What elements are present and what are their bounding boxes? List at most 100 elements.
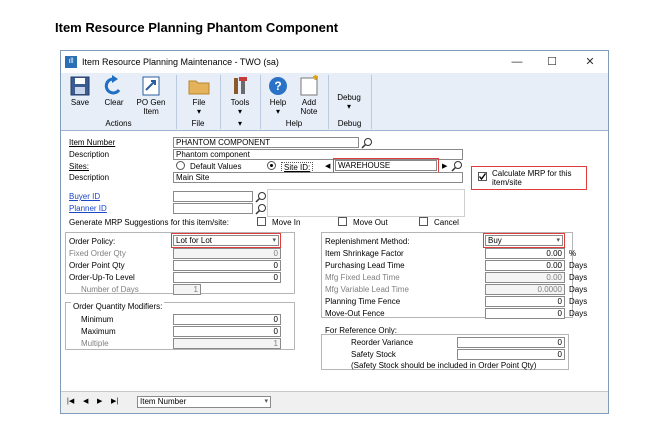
move-out-fence-label: Move-Out Fence [325, 309, 385, 318]
first-record-button[interactable]: |◀ [67, 397, 74, 405]
help-menu-button[interactable]: ? Help ▾ [263, 75, 293, 116]
file-menu-button[interactable]: File ▾ [183, 75, 215, 116]
site-id-radio[interactable] [267, 161, 276, 170]
mfg-fixed-lead-time-unit: Days [569, 273, 588, 282]
order-point-qty-label: Order Point Qty [69, 261, 125, 270]
order-up-to-level-label: Order-Up-To Level [69, 273, 135, 282]
planning-time-fence-field[interactable]: 0 [485, 296, 565, 307]
add-note-button[interactable]: Add Note [295, 75, 323, 116]
window-titlebar: ıll Item Resource Planning Maintenance -… [61, 51, 608, 73]
planner-lookup-icon[interactable] [255, 202, 267, 215]
tools-menu-button[interactable]: Tools ▾ [224, 75, 256, 116]
item-shrinkage-factor-unit: % [569, 249, 577, 258]
order-up-to-level-field[interactable]: 0 [173, 272, 281, 283]
purchasing-lead-time-label: Purchasing Lead Time [325, 261, 405, 270]
item-resource-planning-window: ıll Item Resource Planning Maintenance -… [60, 50, 609, 414]
save-button[interactable]: Save [65, 75, 95, 107]
safety-stock-field[interactable]: 0 [457, 349, 565, 360]
clear-icon [102, 75, 126, 97]
clear-label: Clear [104, 98, 124, 107]
mfg-variable-lead-time-label: Mfg Variable Lead Time [325, 285, 409, 294]
move-out-label: Move Out [353, 218, 388, 227]
default-values-radio[interactable] [176, 161, 185, 170]
calculate-mrp-checkbox[interactable] [478, 172, 487, 181]
ribbon: Save Clear PO Gen Item File ▾ Tools ▾ ? … [61, 73, 608, 131]
sort-by-select[interactable]: Item Number ▾ [137, 396, 271, 408]
buyer-id-field[interactable] [173, 191, 253, 202]
chevron-down-icon: ▾ [196, 107, 201, 116]
add-note-label: Add Note [300, 98, 318, 116]
page-title: Item Resource Planning Phantom Component [55, 20, 339, 35]
window-title: Item Resource Planning Maintenance - TWO… [82, 57, 279, 67]
item-lookup-icon[interactable] [361, 136, 373, 149]
clear-button[interactable]: Clear [99, 75, 129, 107]
po-gen-item-icon [139, 75, 163, 97]
debug-menu-button[interactable]: Debug ▾ [331, 93, 367, 111]
site-description-field[interactable]: Main Site [173, 172, 463, 183]
maximize-button[interactable]: ☐ [541, 54, 563, 70]
ribbon-group-file: File [191, 119, 205, 128]
cancel-label: Cancel [434, 218, 459, 227]
svg-text:?: ? [274, 79, 281, 93]
safety-stock-label: Safety Stock [351, 350, 396, 359]
chevron-down-icon: ▾ [346, 102, 351, 111]
number-of-days-label: Number of Days [81, 285, 139, 294]
chevron-down-icon: ▾ [264, 398, 268, 405]
sites-label: Sites: [69, 162, 90, 171]
move-out-fence-field[interactable]: 0 [485, 308, 565, 319]
file-label: File [192, 98, 206, 107]
item-description-label: Description [69, 150, 110, 159]
multiple-field: 1 [173, 338, 281, 349]
move-in-label: Move In [272, 218, 301, 227]
generate-mrp-label: Generate MRP Suggestions for this item/s… [69, 218, 229, 227]
previous-site-icon[interactable]: ◀ [325, 162, 330, 170]
order-point-qty-field[interactable]: 0 [173, 260, 281, 271]
planner-id-field[interactable] [173, 203, 253, 214]
sort-by-value: Item Number [140, 397, 187, 406]
chevron-down-icon: ▾ [275, 107, 280, 116]
replenishment-method-label: Replenishment Method: [325, 237, 410, 246]
ribbon-group-actions: Actions [105, 119, 132, 128]
reorder-variance-label: Reorder Variance [351, 338, 414, 347]
item-number-label[interactable]: Item Number [69, 138, 115, 147]
item-number-field[interactable]: PHANTOM COMPONENT [173, 137, 359, 148]
mfg-fixed-lead-time-field: 0.00 [485, 272, 565, 283]
ribbon-group-debug: Debug [337, 119, 362, 128]
close-button[interactable]: ✕ [579, 54, 601, 70]
purchasing-lead-time-field[interactable]: 0.00 [485, 260, 565, 271]
save-icon [68, 75, 92, 97]
cancel-checkbox[interactable] [419, 217, 428, 226]
move-out-checkbox[interactable] [338, 217, 347, 226]
last-record-button[interactable]: ▶| [111, 397, 118, 405]
move-in-checkbox[interactable] [257, 217, 266, 226]
maximum-field[interactable]: 0 [173, 326, 281, 337]
next-record-button[interactable]: ▶ [97, 397, 102, 405]
reorder-variance-field[interactable]: 0 [457, 337, 565, 348]
site-id-highlight [333, 158, 439, 173]
planner-id-link[interactable]: Planner ID [69, 204, 107, 213]
minimum-field[interactable]: 0 [173, 314, 281, 325]
chevron-down-icon: ▾ [237, 107, 242, 116]
number-of-days-field: 1 [173, 284, 201, 295]
multiple-label: Multiple [81, 339, 109, 348]
buyer-lookup-icon[interactable] [255, 190, 267, 203]
next-site-icon[interactable]: ▶ [442, 162, 447, 170]
fixed-order-qty-field: 0 [173, 248, 281, 259]
calculate-mrp-label: Calculate MRP for this item/site [492, 169, 572, 187]
app-icon: ıll [65, 56, 77, 68]
po-gen-item-label: PO Gen Item [136, 98, 166, 116]
minimum-label: Minimum [81, 315, 114, 324]
site-lookup-icon[interactable] [451, 159, 463, 172]
help-icon: ? [266, 75, 290, 97]
item-shrinkage-factor-field[interactable]: 0.00 [485, 248, 565, 259]
previous-record-button[interactable]: ◀ [83, 397, 88, 405]
tools-label: Tools [230, 98, 250, 107]
debug-label: Debug [337, 93, 361, 102]
ribbon-group-tools-arrow: ▾ [237, 119, 242, 128]
folder-icon [187, 75, 211, 97]
po-gen-item-button[interactable]: PO Gen Item [133, 75, 169, 116]
maximum-label: Maximum [81, 327, 116, 336]
add-note-icon [297, 75, 321, 97]
minimize-button[interactable]: — [506, 54, 528, 70]
buyer-id-link[interactable]: Buyer ID [69, 192, 100, 201]
